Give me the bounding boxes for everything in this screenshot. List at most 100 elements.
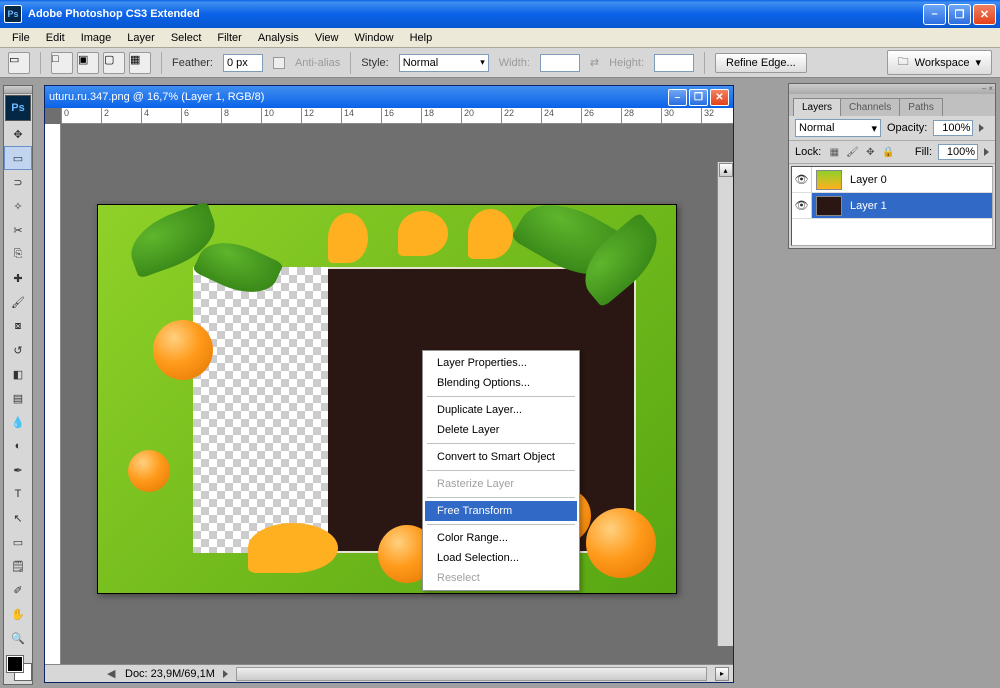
- menu-layer[interactable]: Layer: [119, 30, 163, 46]
- layer-thumbnail[interactable]: [816, 170, 842, 190]
- workspace-button[interactable]: 🗀 Workspace ▾: [887, 50, 992, 75]
- tools-palette[interactable]: Ps ✥ ▭ ⊃ ✧ ✂ ⎘ ✚ 🖌 ⧇ ↺ ◧ ▤ 💧 ◐ ✒ T ↖ ▭ 🗒…: [3, 85, 33, 685]
- notes-tool[interactable]: 🗒: [4, 554, 32, 578]
- menu-help[interactable]: Help: [402, 30, 441, 46]
- heal-tool[interactable]: ✚: [4, 266, 32, 290]
- layer-row[interactable]: 👁 Layer 0: [792, 167, 992, 193]
- palette-grip[interactable]: [4, 86, 32, 94]
- ruler-tick: 12: [301, 108, 314, 124]
- context-menu-item[interactable]: Load Selection...: [425, 548, 577, 568]
- crop-tool[interactable]: ✂: [4, 218, 32, 242]
- document-titlebar[interactable]: uturu.ru.347.png @ 16,7% (Layer 1, RGB/8…: [45, 86, 733, 108]
- refine-edge-button[interactable]: Refine Edge...: [715, 53, 807, 73]
- shape-tool[interactable]: ▭: [4, 530, 32, 554]
- type-tool[interactable]: T: [4, 482, 32, 506]
- context-menu-item[interactable]: Convert to Smart Object: [425, 447, 577, 467]
- brush-tool[interactable]: 🖌: [4, 290, 32, 314]
- sub-selection-icon[interactable]: ▢: [103, 52, 125, 74]
- marquee-tool[interactable]: ▭: [4, 146, 32, 170]
- splash-decor: [398, 211, 448, 256]
- context-menu-item[interactable]: Delete Layer: [425, 420, 577, 440]
- document-status-bar: ◀ Doc: 23,9M/69,1M ▸: [45, 664, 733, 682]
- fill-input[interactable]: [938, 144, 978, 160]
- vertical-scrollbar[interactable]: ▴: [717, 162, 733, 646]
- new-selection-icon[interactable]: □: [51, 52, 73, 74]
- doc-maximize-button[interactable]: ❐: [689, 89, 708, 106]
- opacity-slider-icon[interactable]: [979, 124, 984, 132]
- path-tool[interactable]: ↖: [4, 506, 32, 530]
- context-menu-item[interactable]: Free Transform: [425, 501, 577, 521]
- layer-thumbnail[interactable]: [816, 196, 842, 216]
- zoom-indicator-icon[interactable]: ◀: [107, 667, 117, 680]
- zoom-tool[interactable]: 🔍: [4, 626, 32, 650]
- horizontal-ruler[interactable]: 02468101214161820222426283032: [61, 108, 733, 124]
- horizontal-scrollbar[interactable]: [236, 667, 707, 681]
- history-brush-tool[interactable]: ↺: [4, 338, 32, 362]
- lasso-tool[interactable]: ⊃: [4, 170, 32, 194]
- vertical-ruler[interactable]: [45, 124, 61, 664]
- context-menu-item[interactable]: Blending Options...: [425, 373, 577, 393]
- color-swatches[interactable]: [4, 654, 32, 684]
- scroll-up-button[interactable]: ▴: [719, 163, 733, 177]
- eyedrop-tool[interactable]: ✐: [4, 578, 32, 602]
- move-tool[interactable]: ✥: [4, 122, 32, 146]
- window-maximize-button[interactable]: ❐: [948, 4, 971, 25]
- layer-name[interactable]: Layer 1: [846, 200, 992, 212]
- tab-paths[interactable]: Paths: [899, 98, 943, 116]
- blur-tool[interactable]: 💧: [4, 410, 32, 434]
- menu-edit[interactable]: Edit: [38, 30, 73, 46]
- layer-row[interactable]: 👁 Layer 1: [792, 193, 992, 219]
- visibility-toggle-icon[interactable]: 👁: [792, 193, 812, 218]
- dodge-tool[interactable]: ◐: [4, 434, 32, 458]
- style-select[interactable]: Normal ▾: [399, 54, 489, 72]
- layer-name[interactable]: Layer 0: [846, 174, 992, 186]
- slice-tool[interactable]: ⎘: [4, 242, 32, 266]
- blend-mode-select[interactable]: Normal ▾: [795, 119, 881, 137]
- lock-all-icon[interactable]: 🔒: [881, 145, 895, 159]
- separator: [350, 52, 351, 74]
- menu-file[interactable]: File: [4, 30, 38, 46]
- context-menu-item[interactable]: Layer Properties...: [425, 353, 577, 373]
- canvas[interactable]: [97, 204, 677, 594]
- lock-transparent-icon[interactable]: ▦: [827, 145, 841, 159]
- feather-input[interactable]: [223, 54, 263, 72]
- document-title: uturu.ru.347.png @ 16,7% (Layer 1, RGB/8…: [49, 91, 264, 103]
- menu-window[interactable]: Window: [346, 30, 401, 46]
- scroll-right-button[interactable]: ▸: [715, 667, 729, 681]
- ruler-tick: 10: [261, 108, 274, 124]
- status-menu-icon[interactable]: [223, 670, 228, 678]
- window-close-button[interactable]: ✕: [973, 4, 996, 25]
- fill-slider-icon[interactable]: [984, 148, 989, 156]
- wand-tool[interactable]: ✧: [4, 194, 32, 218]
- doc-close-button[interactable]: ✕: [710, 89, 729, 106]
- tab-channels[interactable]: Channels: [840, 98, 900, 116]
- add-selection-icon[interactable]: ▣: [77, 52, 99, 74]
- hand-tool[interactable]: ✋: [4, 602, 32, 626]
- panel-close-icon[interactable]: ×: [988, 84, 993, 94]
- menu-image[interactable]: Image: [73, 30, 120, 46]
- menu-filter[interactable]: Filter: [209, 30, 249, 46]
- lock-position-icon[interactable]: ✥: [863, 145, 877, 159]
- foreground-swatch[interactable]: [7, 656, 23, 672]
- menu-select[interactable]: Select: [163, 30, 210, 46]
- tab-layers[interactable]: Layers: [793, 98, 841, 116]
- panel-header[interactable]: –×: [789, 84, 995, 94]
- panel-minimize-icon[interactable]: –: [982, 84, 986, 94]
- context-menu-item[interactable]: Color Range...: [425, 528, 577, 548]
- menu-analysis[interactable]: Analysis: [250, 30, 307, 46]
- visibility-toggle-icon[interactable]: 👁: [792, 167, 812, 192]
- context-menu-item[interactable]: Duplicate Layer...: [425, 400, 577, 420]
- stamp-tool[interactable]: ⧇: [4, 314, 32, 338]
- pen-tool[interactable]: ✒: [4, 458, 32, 482]
- lock-row: Lock: ▦ 🖌 ✥ 🔒 Fill:: [789, 141, 995, 164]
- canvas-area[interactable]: ▴: [61, 124, 733, 664]
- gradient-tool[interactable]: ▤: [4, 386, 32, 410]
- opacity-input[interactable]: [933, 120, 973, 136]
- lock-pixels-icon[interactable]: 🖌: [845, 145, 859, 159]
- eraser-tool[interactable]: ◧: [4, 362, 32, 386]
- marquee-tool-icon[interactable]: ▭: [8, 52, 30, 74]
- intersect-selection-icon[interactable]: ▦: [129, 52, 151, 74]
- doc-minimize-button[interactable]: –: [668, 89, 687, 106]
- menu-view[interactable]: View: [307, 30, 347, 46]
- window-minimize-button[interactable]: –: [923, 4, 946, 25]
